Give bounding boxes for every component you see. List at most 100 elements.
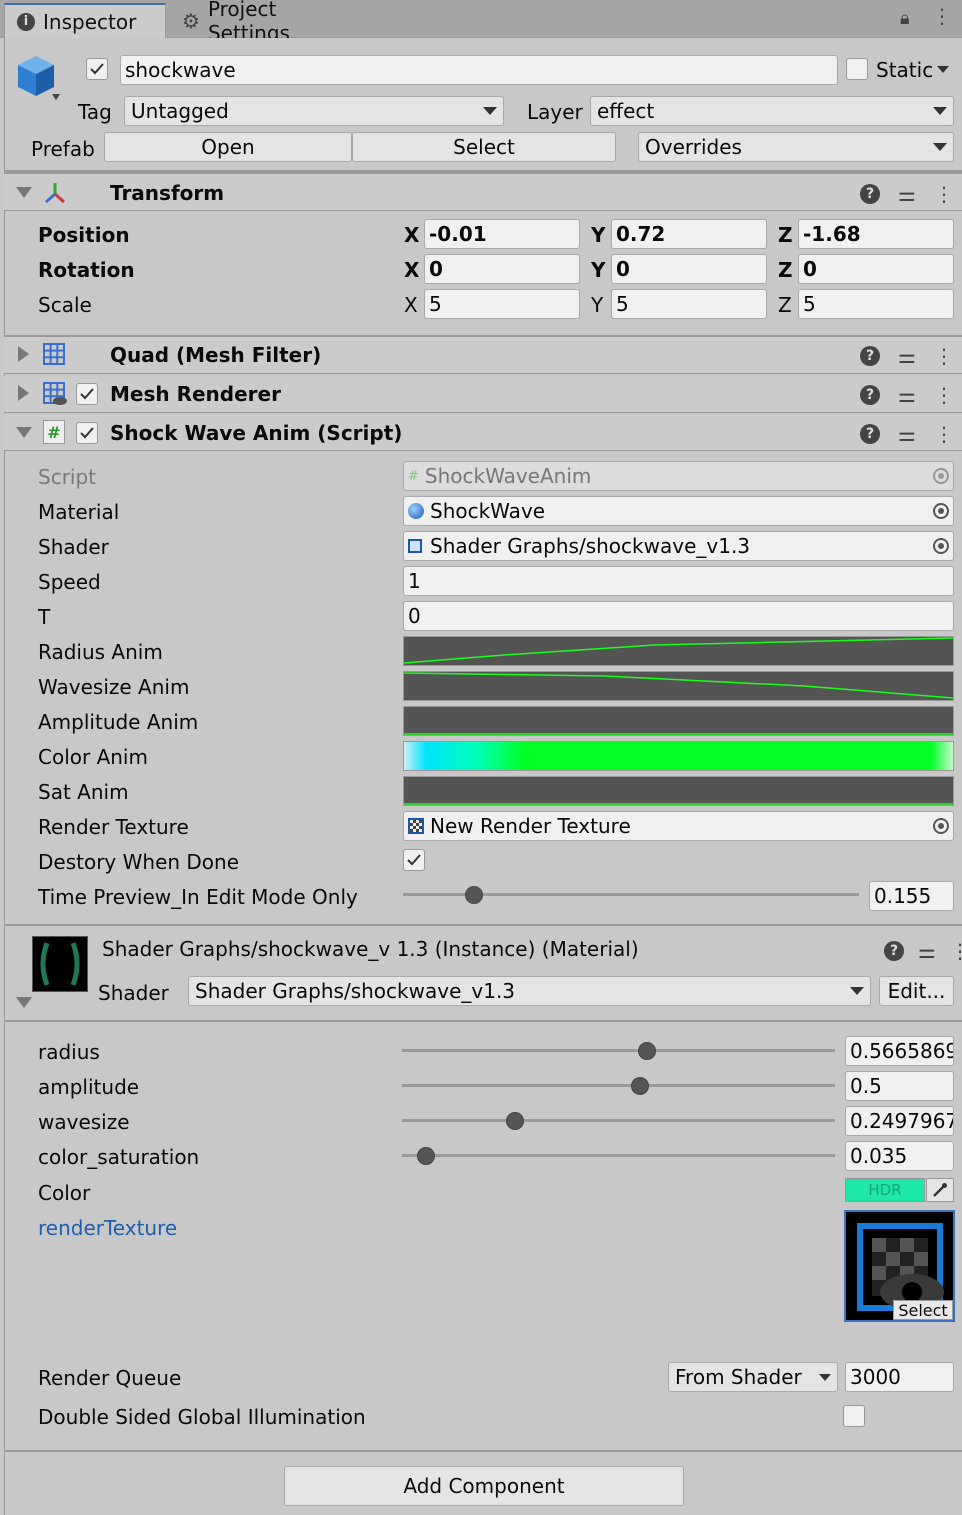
preset-sliders-icon[interactable]: ⚌ bbox=[898, 422, 916, 446]
static-dropdown-caret[interactable] bbox=[937, 66, 949, 73]
help-icon[interactable]: ? bbox=[884, 941, 904, 961]
material-prop-label: color_saturation bbox=[38, 1145, 200, 1169]
foldout-open-icon[interactable] bbox=[16, 997, 32, 1008]
kebab-menu-icon[interactable]: ⋮ bbox=[934, 344, 954, 368]
foldout-closed-icon[interactable] bbox=[18, 385, 29, 401]
radius-anim-curve[interactable] bbox=[403, 636, 954, 666]
render-queue-dropdown[interactable]: From Shader bbox=[668, 1362, 838, 1392]
material-value: ShockWave bbox=[430, 499, 546, 523]
kebab-menu-icon[interactable]: ⋮ bbox=[934, 422, 954, 446]
kebab-menu-icon[interactable]: ⋮ bbox=[950, 939, 962, 963]
preset-sliders-icon[interactable]: ⚌ bbox=[898, 383, 916, 407]
preset-sliders-icon[interactable]: ⚌ bbox=[918, 939, 936, 963]
material-prop-label: radius bbox=[38, 1040, 100, 1064]
kebab-menu-icon[interactable]: ⋮ bbox=[932, 6, 952, 26]
static-checkbox[interactable] bbox=[846, 58, 868, 80]
mesh-renderer-icon bbox=[42, 381, 68, 412]
material-prop-slider-knob[interactable] bbox=[638, 1042, 657, 1060]
time-preview-label: Time Preview_In Edit Mode Only bbox=[38, 885, 358, 909]
active-checkbox[interactable] bbox=[86, 58, 108, 80]
prefab-label: Prefab bbox=[31, 137, 95, 161]
destroy-checkbox[interactable] bbox=[403, 849, 425, 871]
layer-value: effect bbox=[597, 99, 655, 123]
color-anim-label: Color Anim bbox=[38, 745, 148, 769]
preset-sliders-icon[interactable]: ⚌ bbox=[898, 182, 916, 206]
help-icon[interactable]: ? bbox=[860, 184, 880, 204]
shader-field[interactable]: Shader Graphs/shockwave_v1.3 bbox=[403, 531, 954, 561]
component-header-icons: ? ⚌ ⋮ bbox=[860, 383, 954, 407]
transform-y-field[interactable]: 0.72 bbox=[611, 219, 767, 249]
render-texture-prop-label: renderTexture bbox=[38, 1216, 178, 1240]
transform-x-field[interactable]: 0 bbox=[424, 254, 580, 284]
wavesize-anim-curve[interactable] bbox=[403, 671, 954, 701]
texture-select-button[interactable]: Select bbox=[893, 1300, 953, 1320]
material-prop-slider-track[interactable] bbox=[402, 1084, 835, 1087]
transform-z-field[interactable]: -1.68 bbox=[798, 219, 954, 249]
color-anim-gradient[interactable] bbox=[403, 741, 954, 771]
component-enabled-checkbox[interactable] bbox=[76, 422, 98, 444]
render-texture-label: Render Texture bbox=[38, 815, 189, 839]
tag-dropdown[interactable]: Untagged bbox=[124, 96, 504, 126]
component-title: Quad (Mesh Filter) bbox=[110, 343, 322, 367]
object-picker-icon[interactable] bbox=[933, 818, 949, 834]
foldout-closed-icon[interactable] bbox=[18, 346, 29, 362]
tab-inspector[interactable]: i Inspector bbox=[4, 3, 166, 38]
material-prop-field[interactable]: 0.035 bbox=[845, 1141, 954, 1171]
material-shader-dropdown[interactable]: Shader Graphs/shockwave_v1.3 bbox=[188, 976, 871, 1006]
material-prop-slider-track[interactable] bbox=[402, 1119, 835, 1122]
time-preview-slider-knob[interactable] bbox=[464, 886, 483, 904]
dsgi-checkbox[interactable] bbox=[843, 1405, 865, 1427]
chevron-down-icon bbox=[933, 143, 947, 151]
script-field: # ShockWaveAnim bbox=[403, 461, 954, 491]
transform-z-field[interactable]: 5 bbox=[798, 289, 954, 319]
lock-icon[interactable]: 🔒︎ bbox=[900, 8, 910, 29]
transform-x-field[interactable]: -0.01 bbox=[424, 219, 580, 249]
object-picker-icon[interactable] bbox=[933, 538, 949, 554]
layer-dropdown[interactable]: effect bbox=[590, 96, 954, 126]
axis-label-z: Z bbox=[778, 293, 792, 317]
material-prop-slider-knob[interactable] bbox=[416, 1147, 435, 1165]
kebab-menu-icon[interactable]: ⋮ bbox=[934, 383, 954, 407]
time-preview-field[interactable]: 0.155 bbox=[869, 881, 954, 911]
prefab-overrides-dropdown[interactable]: Overrides bbox=[638, 132, 954, 162]
divider bbox=[4, 924, 962, 926]
object-picker-icon[interactable] bbox=[933, 503, 949, 519]
render-texture-field[interactable]: New Render Texture bbox=[403, 811, 954, 841]
material-field[interactable]: ShockWave bbox=[403, 496, 954, 526]
speed-field[interactable]: 1 bbox=[403, 566, 954, 596]
material-prop-slider-knob[interactable] bbox=[505, 1112, 524, 1130]
foldout-open-icon[interactable] bbox=[16, 427, 32, 438]
add-component-button[interactable]: Add Component bbox=[284, 1466, 684, 1506]
eyedropper-icon[interactable] bbox=[926, 1178, 954, 1202]
cube-icon[interactable] bbox=[14, 52, 60, 105]
transform-x-field[interactable]: 5 bbox=[424, 289, 580, 319]
preset-sliders-icon[interactable]: ⚌ bbox=[898, 344, 916, 368]
transform-z-field[interactable]: 0 bbox=[798, 254, 954, 284]
help-icon[interactable]: ? bbox=[860, 346, 880, 366]
transform-y-field[interactable]: 0 bbox=[611, 254, 767, 284]
material-prop-field[interactable]: 0.5665869 bbox=[845, 1036, 954, 1066]
transform-y-field[interactable]: 5 bbox=[611, 289, 767, 319]
material-prop-field[interactable]: 0.5 bbox=[845, 1071, 954, 1101]
foldout-open-icon[interactable] bbox=[16, 187, 32, 198]
prefab-select-button[interactable]: Select bbox=[352, 132, 616, 162]
help-icon[interactable]: ? bbox=[860, 385, 880, 405]
prefab-open-button[interactable]: Open bbox=[104, 132, 352, 162]
component-enabled-checkbox[interactable] bbox=[76, 383, 98, 405]
shader-edit-button[interactable]: Edit... bbox=[879, 976, 954, 1006]
material-prop-slider-track[interactable] bbox=[402, 1154, 835, 1157]
tab-project-settings[interactable]: ⚙ Project Settings bbox=[170, 0, 370, 45]
kebab-menu-icon[interactable]: ⋮ bbox=[934, 182, 954, 206]
material-prop-field[interactable]: 0.2497967 bbox=[845, 1106, 954, 1136]
object-name-field[interactable]: shockwave bbox=[120, 55, 838, 85]
material-prop-slider-track[interactable] bbox=[402, 1049, 835, 1052]
amplitude-anim-curve[interactable] bbox=[403, 706, 954, 736]
t-field[interactable]: 0 bbox=[403, 601, 954, 631]
color-swatch[interactable]: HDR bbox=[845, 1178, 925, 1202]
render-queue-field[interactable]: 3000 bbox=[845, 1362, 954, 1392]
material-prop-label: wavesize bbox=[38, 1110, 130, 1134]
sat-anim-curve[interactable] bbox=[403, 776, 954, 806]
color-label: Color bbox=[38, 1181, 91, 1205]
help-icon[interactable]: ? bbox=[860, 424, 880, 444]
component-header-icons: ? ⚌ ⋮ bbox=[860, 182, 954, 206]
